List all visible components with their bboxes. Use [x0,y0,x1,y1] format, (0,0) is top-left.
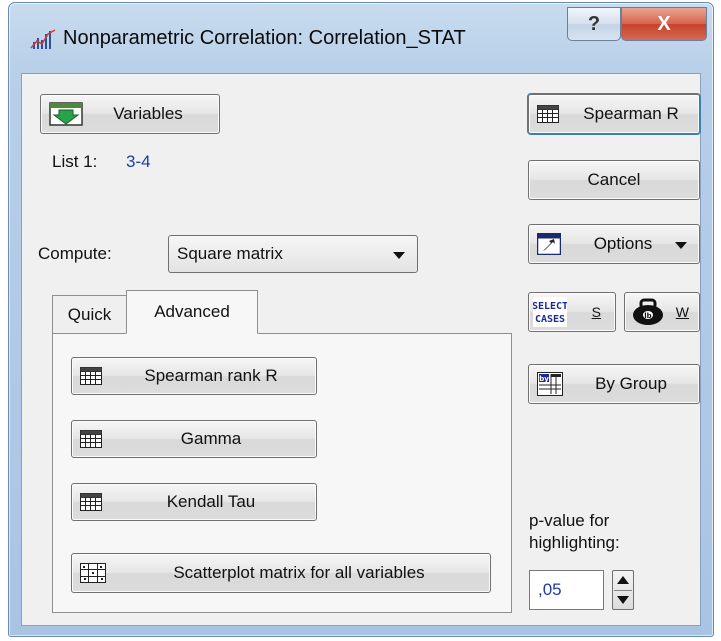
spearman-rank-label: Spearman rank R [144,366,278,385]
compute-selected-value: Square matrix [177,244,283,263]
pvalue-input[interactable]: ,05 [529,570,604,610]
svg-text:SELECT: SELECT [533,301,567,312]
options-button[interactable]: Options [528,224,700,264]
variables-button[interactable]: Variables [40,94,220,134]
chevron-down-icon[interactable] [393,252,405,259]
grid-icon [537,105,559,123]
chevron-down-icon [675,242,687,249]
compute-label: Compute: [38,244,112,263]
tab-quick[interactable]: Quick [52,295,126,333]
spearman-rank-button[interactable]: Spearman rank R [71,357,317,395]
gamma-label: Gamma [180,429,242,448]
close-button[interactable]: X [621,7,707,41]
pvalue-label-line1: p-value for [529,511,610,530]
tab-advanced[interactable]: Advanced [126,290,258,334]
spinner-divider [614,590,632,591]
cancel-label: Cancel [587,170,641,189]
spearman-r-button[interactable]: Spearman R [528,94,700,134]
compute-select[interactable]: Square matrix [168,235,418,273]
grid-icon [80,430,102,448]
select-cases-key: S [591,304,601,320]
spin-down-icon[interactable] [617,596,629,604]
dialog-client-area: Variables List 1: 3-4 Compute: Square ma… [21,73,701,626]
select-cases-button[interactable]: SELECT CASES S [528,292,616,332]
tab-advanced-label: Advanced [154,302,230,321]
pvalue-label-line2: highlighting: [529,533,620,552]
options-icon [537,233,561,255]
svg-text:CASES: CASES [535,314,565,325]
svg-text:lb: lb [644,312,651,320]
scatterplot-matrix-label: Scatterplot matrix for all variables [173,563,425,582]
grid-icon [80,367,102,385]
pvalue-spinner[interactable] [612,570,634,610]
kendall-tau-label: Kendall Tau [166,492,256,511]
scatterplot-matrix-button[interactable]: Scatterplot matrix for all variables [71,553,491,593]
by-group-button[interactable]: by By Group [528,364,700,404]
list-label: List 1: [52,152,98,171]
kendall-tau-button[interactable]: Kendall Tau [71,483,317,521]
help-button[interactable]: ? [567,7,621,41]
list-value: 3-4 [126,152,151,171]
tab-quick-label: Quick [67,304,112,324]
title-bar[interactable]: Nonparametric Correlation: Correlation_S… [9,3,713,75]
spin-up-icon[interactable] [617,576,629,584]
weight-key: W [675,304,689,320]
gamma-button[interactable]: Gamma [71,420,317,458]
cancel-button[interactable]: Cancel [528,160,700,200]
window-title: Nonparametric Correlation: Correlation_S… [63,27,466,49]
scatterplot-grid-icon [80,563,106,583]
chart-app-icon [29,26,57,52]
svg-text:by: by [539,375,549,383]
pvalue-value: ,05 [538,580,562,599]
help-icon: ? [587,12,601,35]
variables-icon [49,102,83,126]
select-cases-icon: SELECT CASES [533,297,567,327]
weight-button[interactable]: lb W [624,292,700,332]
advanced-tab-panel: Spearman rank R Gamma Kendall Tau Scatte… [52,333,512,613]
close-icon: X [657,12,671,35]
weight-icon: lb [631,298,665,326]
by-group-icon: by [537,372,563,396]
grid-icon [80,493,102,511]
dialog-window: Nonparametric Correlation: Correlation_S… [8,2,714,637]
